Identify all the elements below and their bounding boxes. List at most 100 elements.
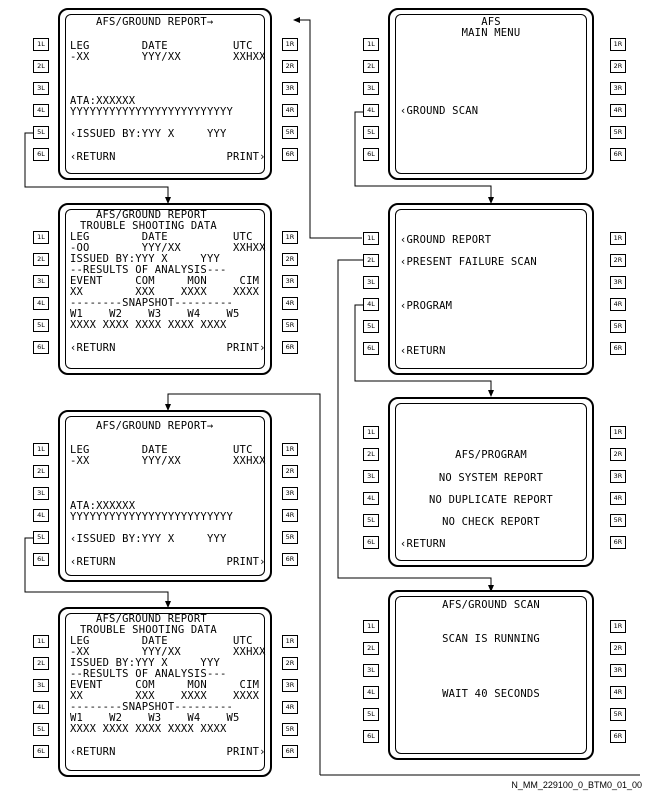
lsk-1r-button[interactable]: 1R <box>282 231 298 244</box>
lsk-2r-button[interactable]: 2R <box>282 60 298 73</box>
lsk-5r-button[interactable]: 5R <box>282 126 298 139</box>
ground-scan-option[interactable]: ‹GROUND SCAN <box>400 106 478 117</box>
lsk-3r-button[interactable]: 3R <box>282 82 298 95</box>
lsk-1l-button[interactable]: 1L <box>33 38 49 51</box>
lsk-6r-button[interactable]: 6R <box>282 745 298 758</box>
lsk-5l-button[interactable]: 5L <box>363 708 379 721</box>
lsk-2l-button[interactable]: 2L <box>33 465 49 478</box>
lsk-5r-button[interactable]: 5R <box>610 320 626 333</box>
lsk-6l-button[interactable]: 6L <box>33 341 49 354</box>
lsk-6l-button[interactable]: 6L <box>33 745 49 758</box>
present-failure-scan-option[interactable]: ‹PRESENT FAILURE SCAN <box>400 257 537 268</box>
lsk-6r-button[interactable]: 6R <box>610 536 626 549</box>
lsk-5l-button[interactable]: 5L <box>33 319 49 332</box>
lsk-4r-button[interactable]: 4R <box>282 297 298 310</box>
lsk-1r-button[interactable]: 1R <box>610 38 626 51</box>
lsk-3l-button[interactable]: 3L <box>363 664 379 677</box>
lsk-2r-button[interactable]: 2R <box>610 254 626 267</box>
lsk-2r-button[interactable]: 2R <box>282 253 298 266</box>
lsk-1r-button[interactable]: 1R <box>610 232 626 245</box>
lsk-2l-button[interactable]: 2L <box>33 60 49 73</box>
lsk-1l-button[interactable]: 1L <box>33 443 49 456</box>
lsk-3l-button[interactable]: 3L <box>33 679 49 692</box>
lsk-3l-button[interactable]: 3L <box>363 470 379 483</box>
lsk-3l-button[interactable]: 3L <box>33 487 49 500</box>
lsk-5r-button[interactable]: 5R <box>610 708 626 721</box>
lsk-2r-button[interactable]: 2R <box>610 642 626 655</box>
lsk-5l-button[interactable]: 5L <box>33 531 49 544</box>
lsk-1r-button[interactable]: 1R <box>610 620 626 633</box>
lsk-2l-button[interactable]: 2L <box>33 253 49 266</box>
lsk-4l-button[interactable]: 4L <box>363 298 379 311</box>
lsk-2r-button[interactable]: 2R <box>610 60 626 73</box>
lsk-5r-button[interactable]: 5R <box>610 514 626 527</box>
lsk-6l-button[interactable]: 6L <box>363 148 379 161</box>
lsk-1r-button[interactable]: 1R <box>610 426 626 439</box>
lsk-2r-button[interactable]: 2R <box>282 465 298 478</box>
lsk-1l-button[interactable]: 1L <box>33 231 49 244</box>
lsk-1l-button[interactable]: 1L <box>363 620 379 633</box>
lsk-2l-button[interactable]: 2L <box>363 254 379 267</box>
lsk-2l-button[interactable]: 2L <box>363 642 379 655</box>
lsk-4r-button[interactable]: 4R <box>610 492 626 505</box>
lsk-4l-button[interactable]: 4L <box>33 701 49 714</box>
lsk-4r-button[interactable]: 4R <box>610 686 626 699</box>
lsk-6l-button[interactable]: 6L <box>363 536 379 549</box>
lsk-6l-button[interactable]: 6L <box>33 553 49 566</box>
program-option[interactable]: ‹PROGRAM <box>400 301 452 312</box>
lsk-5r-button[interactable]: 5R <box>282 531 298 544</box>
lsk-6r-button[interactable]: 6R <box>610 148 626 161</box>
lsk-3l-button[interactable]: 3L <box>363 82 379 95</box>
lsk-1l-button[interactable]: 1L <box>363 232 379 245</box>
return-option[interactable]: ‹RETURN <box>400 539 446 550</box>
lsk-3r-button[interactable]: 3R <box>282 275 298 288</box>
lsk-5r-button[interactable]: 5R <box>610 126 626 139</box>
lsk-2r-button[interactable]: 2R <box>610 448 626 461</box>
lsk-1l-button[interactable]: 1L <box>33 635 49 648</box>
lsk-3l-button[interactable]: 3L <box>33 275 49 288</box>
lsk-3r-button[interactable]: 3R <box>610 470 626 483</box>
lsk-6l-button[interactable]: 6L <box>33 148 49 161</box>
lsk-3r-button[interactable]: 3R <box>610 82 626 95</box>
lsk-6r-button[interactable]: 6R <box>282 553 298 566</box>
lsk-6r-button[interactable]: 6R <box>282 148 298 161</box>
lsk-4l-button[interactable]: 4L <box>363 104 379 117</box>
lsk-3l-button[interactable]: 3L <box>33 82 49 95</box>
lsk-6l-button[interactable]: 6L <box>363 730 379 743</box>
lsk-5r-button[interactable]: 5R <box>282 319 298 332</box>
lsk-1r-button[interactable]: 1R <box>282 38 298 51</box>
lsk-5r-button[interactable]: 5R <box>282 723 298 736</box>
lsk-5l-button[interactable]: 5L <box>363 320 379 333</box>
return-option[interactable]: ‹RETURN <box>400 346 446 357</box>
lsk-4l-button[interactable]: 4L <box>33 297 49 310</box>
lsk-2l-button[interactable]: 2L <box>363 448 379 461</box>
lsk-3r-button[interactable]: 3R <box>610 664 626 677</box>
lsk-4r-button[interactable]: 4R <box>610 104 626 117</box>
lsk-4l-button[interactable]: 4L <box>363 492 379 505</box>
lsk-6r-button[interactable]: 6R <box>610 730 626 743</box>
lsk-1r-button[interactable]: 1R <box>282 443 298 456</box>
lsk-3l-button[interactable]: 3L <box>363 276 379 289</box>
lsk-5l-button[interactable]: 5L <box>363 514 379 527</box>
lsk-3r-button[interactable]: 3R <box>610 276 626 289</box>
lsk-4l-button[interactable]: 4L <box>33 104 49 117</box>
lsk-1r-button[interactable]: 1R <box>282 635 298 648</box>
lsk-2r-button[interactable]: 2R <box>282 657 298 670</box>
lsk-6r-button[interactable]: 6R <box>282 341 298 354</box>
lsk-6l-button[interactable]: 6L <box>363 342 379 355</box>
lsk-4r-button[interactable]: 4R <box>282 701 298 714</box>
ground-report-option[interactable]: ‹GROUND REPORT <box>400 235 491 246</box>
lsk-2l-button[interactable]: 2L <box>33 657 49 670</box>
lsk-1l-button[interactable]: 1L <box>363 426 379 439</box>
lsk-4r-button[interactable]: 4R <box>282 104 298 117</box>
lsk-3r-button[interactable]: 3R <box>282 679 298 692</box>
lsk-5l-button[interactable]: 5L <box>363 126 379 139</box>
lsk-5l-button[interactable]: 5L <box>33 723 49 736</box>
lsk-4r-button[interactable]: 4R <box>610 298 626 311</box>
lsk-4l-button[interactable]: 4L <box>363 686 379 699</box>
lsk-4r-button[interactable]: 4R <box>282 509 298 522</box>
lsk-6r-button[interactable]: 6R <box>610 342 626 355</box>
lsk-2l-button[interactable]: 2L <box>363 60 379 73</box>
lsk-4l-button[interactable]: 4L <box>33 509 49 522</box>
lsk-3r-button[interactable]: 3R <box>282 487 298 500</box>
